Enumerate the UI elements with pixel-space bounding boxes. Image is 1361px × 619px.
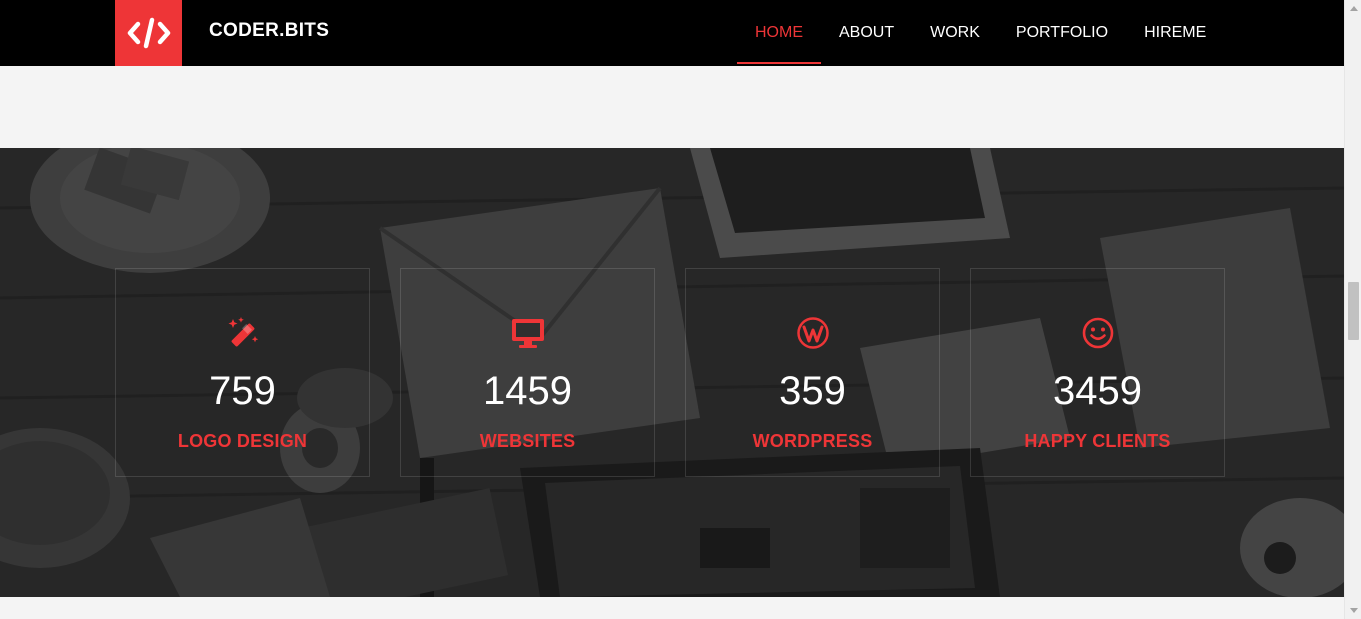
code-icon <box>127 17 170 49</box>
stat-card-websites: 1459 WEBSITES <box>400 268 655 477</box>
stat-value: 359 <box>779 369 846 413</box>
stat-card-wordpress: 359 WORDPRESS <box>685 268 940 477</box>
logo[interactable] <box>115 0 182 66</box>
stat-card-happy-clients: 3459 HAPPY CLIENTS <box>970 268 1225 477</box>
magic-wand-icon <box>228 317 258 347</box>
stat-value: 759 <box>209 369 276 413</box>
stats-section: 759 LOGO DESIGN 1459 WEBSITES 359 WORDPR… <box>0 148 1344 597</box>
main-nav: HOME ABOUT WORK PORTFOLIO HIREME <box>737 0 1224 66</box>
monitor-icon <box>511 319 544 348</box>
page-scrollbar[interactable] <box>1344 0 1361 619</box>
stat-label: LOGO DESIGN <box>177 431 308 451</box>
nav-item-about[interactable]: ABOUT <box>821 0 912 66</box>
scroll-down-arrow-icon[interactable] <box>1345 602 1361 619</box>
stat-value: 1459 <box>483 369 572 413</box>
stat-label: WORDPRESS <box>752 431 873 451</box>
stat-label: WEBSITES <box>479 431 576 451</box>
nav-item-portfolio[interactable]: PORTFOLIO <box>998 0 1126 66</box>
nav-item-hireme[interactable]: HIREME <box>1126 0 1224 66</box>
nav-item-work[interactable]: WORK <box>912 0 998 66</box>
scroll-up-arrow-icon[interactable] <box>1345 0 1361 17</box>
nav-item-home[interactable]: HOME <box>737 0 821 66</box>
smile-icon <box>1082 317 1113 349</box>
wordpress-icon <box>796 317 829 349</box>
stat-value: 3459 <box>1053 369 1142 413</box>
stat-label: HAPPY CLIENTS <box>1024 431 1171 451</box>
stat-card-logo-design: 759 LOGO DESIGN <box>115 268 370 477</box>
navbar: CODER.BITS HOME ABOUT WORK PORTFOLIO HIR… <box>0 0 1344 66</box>
scrollbar-thumb[interactable] <box>1348 282 1359 340</box>
brand-name[interactable]: CODER.BITS <box>209 20 329 42</box>
